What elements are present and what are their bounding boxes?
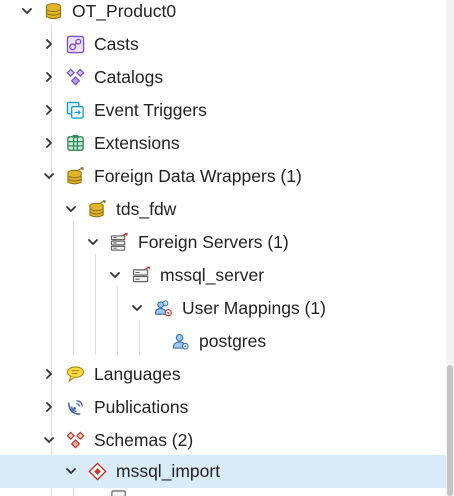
tree-node-label: User Mappings (1) <box>182 298 326 318</box>
tree-node-tds-fdw[interactable]: tds_fdw <box>0 193 446 226</box>
tree-node-label: mssql_server <box>160 265 265 285</box>
tree-node-user-mappings[interactable]: User Mappings (1) <box>0 292 446 325</box>
vertical-scrollbar[interactable] <box>446 0 454 496</box>
foreign-server-icon <box>132 266 151 285</box>
schemas-icon <box>66 431 85 450</box>
event-triggers-icon <box>66 101 85 120</box>
chevron-down-icon[interactable] <box>107 267 123 283</box>
tree-node-catalogs[interactable]: Catalogs <box>0 61 446 94</box>
tree-node-ot-product0[interactable]: OT_Product0 <box>0 0 446 28</box>
chevron-down-icon[interactable] <box>63 201 79 217</box>
object-browser-tree: OT_Product0 Casts Catalogs Event Trigger… <box>0 0 446 496</box>
tree-node-casts[interactable]: Casts <box>0 28 446 61</box>
tree-node-label: Schemas (2) <box>94 430 194 450</box>
tree-node-label: Casts <box>94 34 139 54</box>
tree-node-label: Languages <box>94 364 181 384</box>
schema-icon <box>88 462 107 481</box>
tree-node-label: OT_Product0 <box>72 1 177 21</box>
languages-icon <box>66 365 85 384</box>
user-mappings-icon <box>154 299 173 318</box>
foreign-data-wrapper-icon <box>88 200 107 219</box>
chevron-down-icon[interactable] <box>85 234 101 250</box>
chevron-right-icon[interactable] <box>41 69 57 85</box>
tree-node-label: Event Triggers <box>94 100 207 120</box>
tree-node-label: postgres <box>199 331 267 351</box>
tree-node-label: Catalogs <box>94 67 164 87</box>
tree-node-foreign-servers[interactable]: Foreign Servers (1) <box>0 226 446 259</box>
tree-node-mssql-server[interactable]: mssql_server <box>0 259 446 292</box>
tree-node-label: Extensions <box>94 133 180 153</box>
chevron-down-icon[interactable] <box>63 463 79 479</box>
tree-node-label: Foreign Data Wrappers (1) <box>94 166 302 186</box>
tree-node-label: tds_fdw <box>116 199 177 219</box>
tree-node-postgres[interactable]: postgres <box>0 325 446 358</box>
tree-node-mssql-import[interactable]: mssql_import <box>0 455 446 488</box>
chevron-right-icon[interactable] <box>41 135 57 151</box>
tree-node-label: mssql_import <box>116 461 221 481</box>
chevron-down-icon[interactable] <box>19 3 35 19</box>
tree-node-foreign-data-wrappers[interactable]: Foreign Data Wrappers (1) <box>0 160 446 193</box>
tree-node-label: Publications <box>94 397 189 417</box>
table-icon <box>110 490 129 496</box>
tree-node-schemas[interactable]: Schemas (2) <box>0 424 446 457</box>
tree-node-label: Foreign Servers (1) <box>138 232 289 252</box>
chevron-right-icon[interactable] <box>41 399 57 415</box>
user-mapping-icon <box>171 332 190 351</box>
chevron-down-icon[interactable] <box>129 300 145 316</box>
foreign-servers-icon <box>110 233 129 252</box>
casts-icon <box>66 35 85 54</box>
chevron-right-icon[interactable] <box>41 366 57 382</box>
chevron-down-icon[interactable] <box>41 168 57 184</box>
foreign-data-wrappers-icon <box>66 167 85 186</box>
extensions-icon <box>66 134 85 153</box>
tree-node-publications[interactable]: Publications <box>0 391 446 424</box>
tree-node-extensions[interactable]: Extensions <box>0 127 446 160</box>
chevron-right-icon[interactable] <box>41 102 57 118</box>
scrollbar-thumb[interactable] <box>447 365 453 496</box>
publications-icon <box>66 398 85 417</box>
catalogs-icon <box>66 68 85 87</box>
database-icon <box>44 2 63 21</box>
tree-node-languages[interactable]: Languages <box>0 358 446 391</box>
chevron-down-icon[interactable] <box>41 432 57 448</box>
chevron-right-icon[interactable] <box>41 36 57 52</box>
tree-node-event-triggers[interactable]: Event Triggers <box>0 94 446 127</box>
